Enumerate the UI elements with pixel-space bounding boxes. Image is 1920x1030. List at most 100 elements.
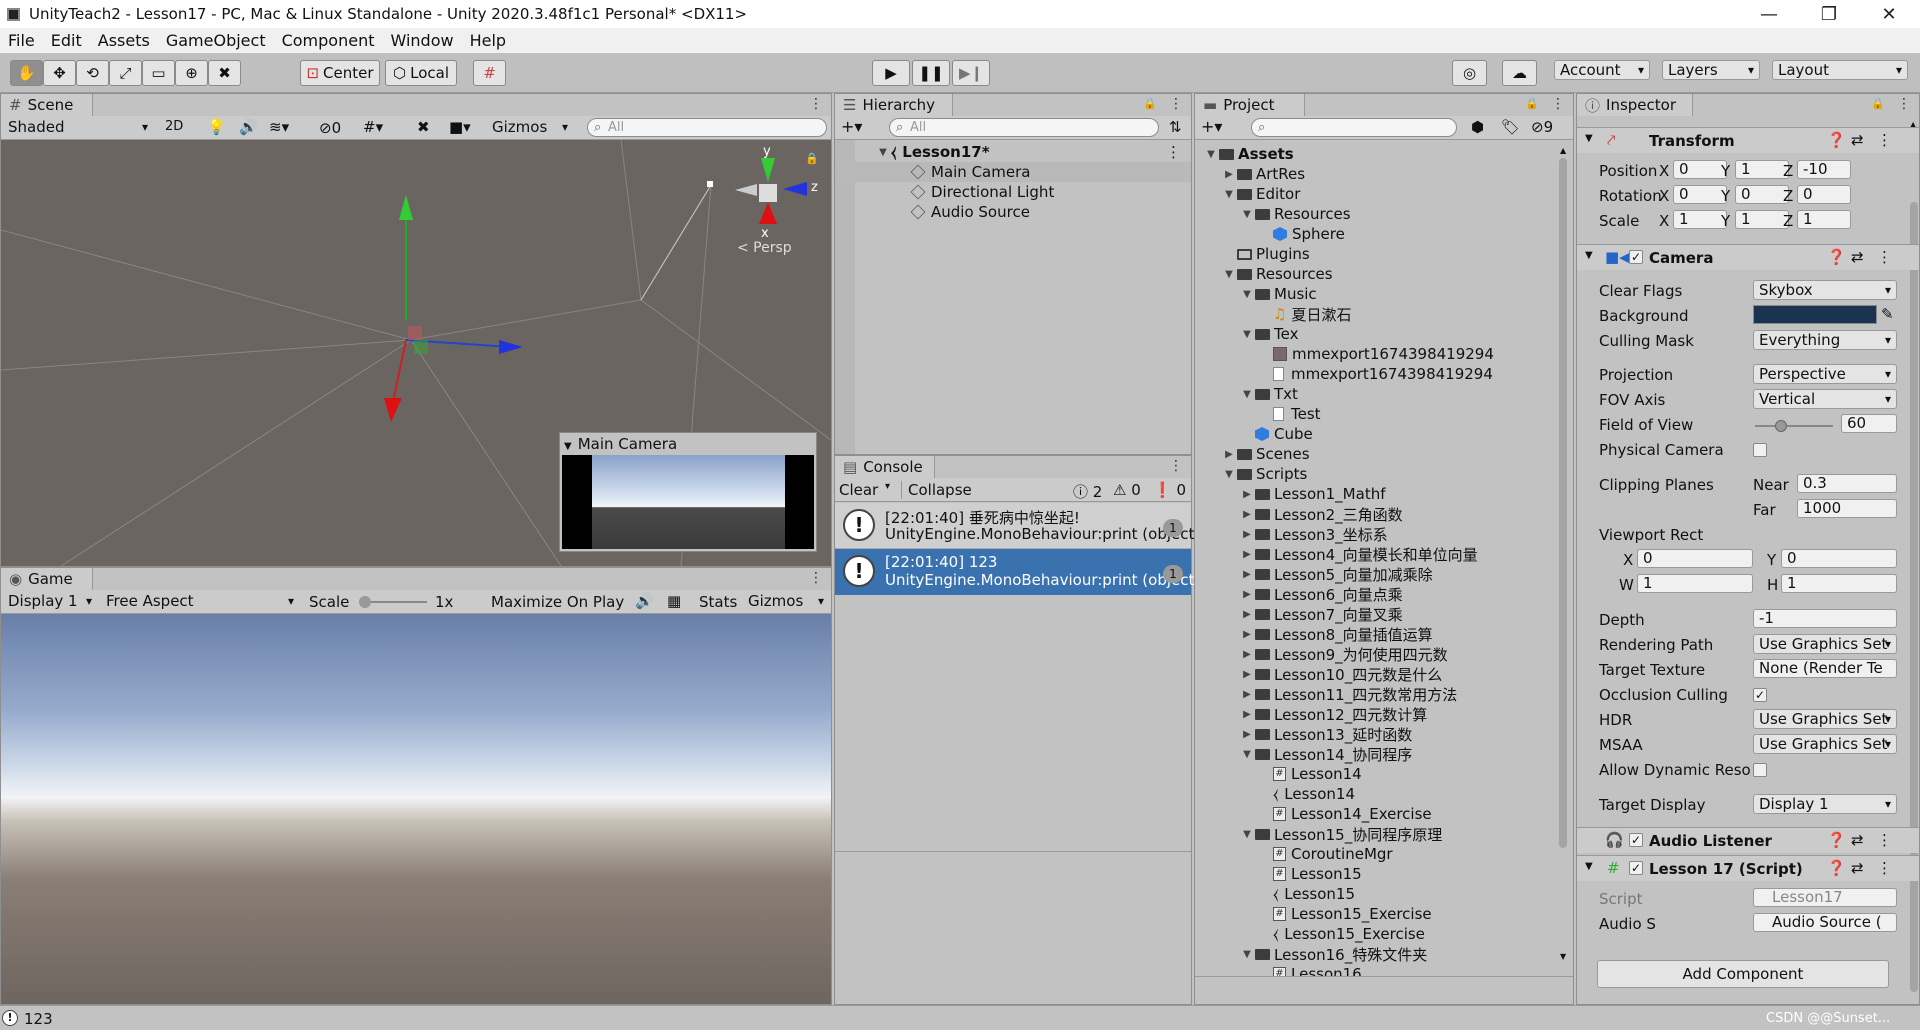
viewport-y-field[interactable]: 0 <box>1781 549 1897 568</box>
transform-header[interactable]: ▼ ⤤ Transform ❓ ⇄ ⋮ <box>1577 127 1919 153</box>
project-item[interactable]: ⧼ Lesson15_Exercise <box>1195 924 1551 944</box>
game-view[interactable] <box>1 614 831 1004</box>
hierarchy-item-audio-source[interactable]: Audio Source <box>835 202 1191 222</box>
project-item[interactable]: Plugins <box>1195 244 1551 264</box>
project-lock-icon[interactable]: 🔒 <box>1525 97 1539 110</box>
layers-dropdown[interactable]: Layers <box>1662 60 1760 80</box>
viewport-x-field[interactable]: 0 <box>1637 549 1753 568</box>
expand-arrow-icon[interactable]: ▶ <box>1239 549 1255 560</box>
console-entry-selected[interactable]: ! [22:01:40] 123 UnityEngine.MonoBehavio… <box>835 549 1200 595</box>
tab-inspector[interactable]: ⓘ Inspector <box>1577 94 1693 116</box>
maximize-on-play-toggle[interactable]: Maximize On Play <box>491 593 624 611</box>
warn-count-toggle[interactable]: ⚠ 0 <box>1113 481 1141 499</box>
project-item[interactable]: ▶ Lesson6_向量点乘 <box>1195 584 1551 604</box>
display-dropdown[interactable]: Display 1 <box>3 592 97 612</box>
project-item[interactable]: ▼ Lesson16_特殊文件夹 <box>1195 944 1551 964</box>
project-item[interactable]: mmexport1674398419294 <box>1195 344 1551 364</box>
stats-toggle[interactable]: Stats <box>699 593 737 611</box>
fov-slider[interactable] <box>1755 420 1833 432</box>
background-color-swatch[interactable] <box>1753 305 1877 324</box>
console-clear-button[interactable]: Clear <box>839 481 878 499</box>
menu-edit[interactable]: Edit <box>43 31 90 50</box>
expand-arrow-icon[interactable]: ▶ <box>1239 709 1255 720</box>
gizmos-dropdown[interactable]: Gizmos <box>487 118 573 138</box>
scene-search-input[interactable]: All <box>587 118 827 137</box>
project-item[interactable]: Sphere <box>1195 224 1551 244</box>
project-item[interactable]: # Lesson14 <box>1195 764 1551 784</box>
project-item[interactable]: ▶ Lesson2_三角函数 <box>1195 504 1551 524</box>
project-item[interactable]: ▼ Resources <box>1195 204 1551 224</box>
expand-arrow-icon[interactable]: ▶ <box>1221 169 1237 180</box>
project-item[interactable]: ▶ Lesson5_向量加减乘除 <box>1195 564 1551 584</box>
play-button[interactable]: ▶ <box>872 60 910 86</box>
camera-icon[interactable]: ■▾ <box>449 118 471 136</box>
menu-help[interactable]: Help <box>462 31 514 50</box>
project-item[interactable]: ▼ Lesson15_协同程序原理 <box>1195 824 1551 844</box>
inspector-menu-icon[interactable]: ⋮ <box>1897 96 1911 112</box>
expand-arrow-icon[interactable]: ▶ <box>1239 509 1255 520</box>
project-item[interactable]: ▼ Music <box>1195 284 1551 304</box>
project-item[interactable]: ▶ Lesson3_坐标系 <box>1195 524 1551 544</box>
project-item[interactable]: ⧼ Lesson14 <box>1195 784 1551 804</box>
project-item[interactable]: ▶ Lesson11_四元数常用方法 <box>1195 684 1551 704</box>
rotate-tool-icon[interactable]: ⟲ <box>76 60 109 86</box>
depth-field[interactable]: -1 <box>1753 609 1897 628</box>
project-create-button[interactable]: +▾ <box>1201 117 1222 136</box>
tab-project[interactable]: ▬ Project <box>1195 94 1305 116</box>
component-menu-icon[interactable]: ⋮ <box>1877 859 1892 877</box>
camera-header[interactable]: ▼ ■◀ ✓ Camera ❓ ⇄ ⋮ <box>1577 244 1919 270</box>
rotation-z-field[interactable]: 0 <box>1797 185 1851 204</box>
error-count-toggle[interactable]: ❗ 0 <box>1153 481 1186 499</box>
position-x-field[interactable]: 0 <box>1673 160 1727 179</box>
project-scrollbar[interactable]: ▲ ▼ <box>1559 144 1567 964</box>
expand-arrow-icon[interactable]: ▶ <box>1239 649 1255 660</box>
expand-arrow-icon[interactable]: ▶ <box>1239 489 1255 500</box>
close-button[interactable]: ✕ <box>1860 0 1918 28</box>
transform-tool-icon[interactable]: ⊕ <box>175 60 208 86</box>
project-item[interactable]: mmexport1674398419294 <box>1195 364 1551 384</box>
project-item[interactable]: ▶ Lesson12_四元数计算 <box>1195 704 1551 724</box>
aspect-dropdown[interactable]: Free Aspect <box>101 592 299 612</box>
tab-scene[interactable]: # Scene <box>1 94 93 116</box>
audio-toggle-icon[interactable]: 🔊 <box>239 118 258 136</box>
project-item[interactable]: ▶ Scenes <box>1195 444 1551 464</box>
component-menu-icon[interactable]: ⋮ <box>1877 831 1892 849</box>
project-item[interactable]: ▶ ArtRes <box>1195 164 1551 184</box>
expand-arrow-icon[interactable]: ▶ <box>1239 669 1255 680</box>
custom-tool-icon[interactable]: ✖ <box>208 60 241 86</box>
status-message[interactable]: 123 <box>24 1010 53 1028</box>
console-menu-icon[interactable]: ⋮ <box>1169 458 1183 474</box>
project-item[interactable]: ▼ Assets <box>1195 144 1551 164</box>
hand-tool-icon[interactable]: ✋ <box>10 60 43 86</box>
expand-arrow-icon[interactable]: ▶ <box>1239 569 1255 580</box>
add-component-button[interactable]: Add Component <box>1597 960 1889 988</box>
project-item[interactable]: ▶ Lesson1_Mathf <box>1195 484 1551 504</box>
hierarchy-item-main-camera[interactable]: Main Camera <box>835 162 1191 182</box>
project-item[interactable]: ▶ Lesson8_向量插值运算 <box>1195 624 1551 644</box>
scale-x-field[interactable]: 1 <box>1673 210 1727 229</box>
project-item[interactable]: ⧼ Lesson15 <box>1195 884 1551 904</box>
scale-y-field[interactable]: 1 <box>1735 210 1789 229</box>
project-item[interactable]: ▶ Lesson13_延时函数 <box>1195 724 1551 744</box>
pivot-local-button[interactable]: ⬡ Local <box>385 60 457 86</box>
search-by-type-icon[interactable]: ⬢ <box>1471 118 1484 136</box>
collapse-toggle[interactable]: Collapse <box>901 481 972 499</box>
rotation-x-field[interactable]: 0 <box>1673 185 1727 204</box>
keyboard-icon[interactable]: ▦ <box>667 592 681 610</box>
script-component-header[interactable]: ▼ # ✓ Lesson 17 (Script) ❓ ⇄ ⋮ <box>1577 855 1919 881</box>
expand-arrow-icon[interactable]: ▼ <box>1203 149 1219 160</box>
physical-camera-checkbox[interactable] <box>1753 443 1767 457</box>
project-item[interactable]: ▶ Lesson4_向量模长和单位向量 <box>1195 544 1551 564</box>
presets-icon[interactable]: ⇄ <box>1851 859 1864 877</box>
mute-audio-icon[interactable]: 🔊 <box>635 592 654 610</box>
expand-arrow-icon[interactable]: ▶ <box>1239 609 1255 620</box>
scale-slider[interactable] <box>359 596 427 608</box>
expand-arrow-icon[interactable]: ▶ <box>1239 729 1255 740</box>
minimize-button[interactable]: — <box>1740 0 1798 28</box>
presets-icon[interactable]: ⇄ <box>1851 131 1864 149</box>
expand-arrow-icon[interactable]: ▶ <box>1239 689 1255 700</box>
color-picker-icon[interactable]: ✎ <box>1881 305 1894 323</box>
audio-listener-header[interactable]: 🎧 ✓ Audio Listener ❓ ⇄ ⋮ <box>1577 827 1919 853</box>
hierarchy-add-button[interactable]: +▾ <box>841 117 862 136</box>
menu-file[interactable]: File <box>0 31 43 50</box>
